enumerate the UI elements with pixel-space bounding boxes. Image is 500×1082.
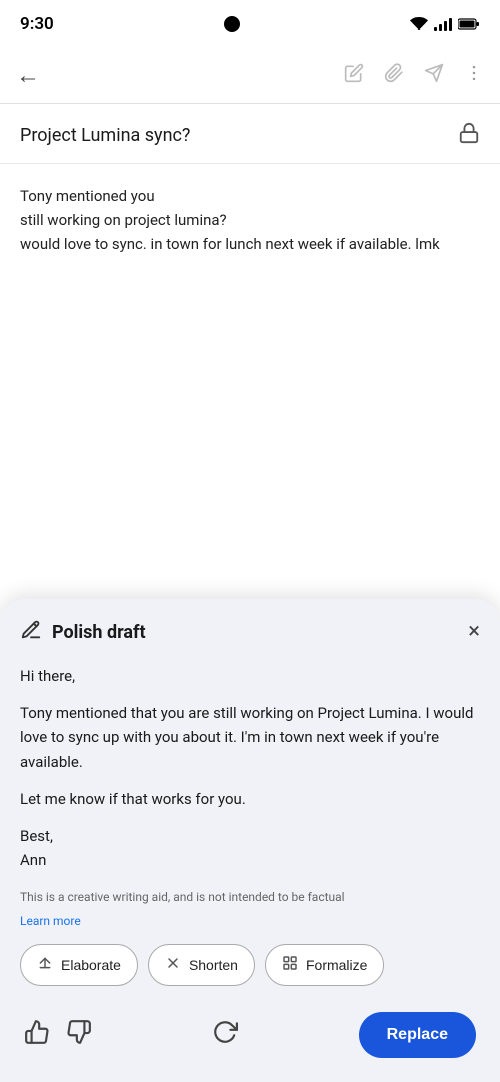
email-subject-text: Project Lumina sync? bbox=[20, 125, 190, 146]
elaborate-icon bbox=[37, 955, 53, 975]
more-icon[interactable] bbox=[464, 63, 484, 88]
formalize-button[interactable]: Formalize bbox=[265, 944, 384, 986]
camera-dot bbox=[224, 16, 240, 32]
refresh-button[interactable] bbox=[212, 1019, 238, 1051]
signal-icon bbox=[434, 17, 452, 31]
elaborate-button[interactable]: Elaborate bbox=[20, 944, 138, 986]
email-body: Tony mentioned youstill working on proje… bbox=[0, 164, 500, 256]
disclaimer-text: This is a creative writing aid, and is n… bbox=[20, 889, 480, 906]
back-button[interactable]: ← bbox=[16, 61, 40, 90]
status-time: 9:30 bbox=[20, 14, 54, 34]
email-body-text: Tony mentioned youstill working on proje… bbox=[20, 184, 480, 256]
panel-header: Polish draft × bbox=[20, 619, 480, 646]
toolbar: ← bbox=[0, 48, 500, 104]
thumbs-up-button[interactable] bbox=[24, 1019, 50, 1051]
paragraph1: Tony mentioned that you are still workin… bbox=[20, 701, 480, 775]
paragraph2: Let me know if that works for you. bbox=[20, 787, 480, 812]
toolbar-actions bbox=[344, 63, 484, 88]
panel-title-text: Polish draft bbox=[52, 622, 146, 643]
feedback-icons bbox=[24, 1019, 92, 1051]
attach-icon[interactable] bbox=[384, 63, 404, 88]
battery-icon bbox=[458, 18, 480, 30]
send-icon[interactable] bbox=[424, 63, 444, 88]
thumbs-down-button[interactable] bbox=[66, 1019, 92, 1051]
lock-icon bbox=[458, 122, 480, 149]
bottom-row: Replace bbox=[20, 1004, 480, 1082]
panel-draft-content: Hi there, Tony mentioned that you are st… bbox=[20, 664, 480, 873]
edit-icon[interactable] bbox=[344, 63, 364, 88]
greeting: Hi there, bbox=[20, 664, 480, 689]
email-subject-row: Project Lumina sync? bbox=[0, 104, 500, 164]
polish-icon bbox=[20, 619, 42, 646]
elaborate-label: Elaborate bbox=[61, 957, 121, 973]
panel-title-group: Polish draft bbox=[20, 619, 146, 646]
formalize-label: Formalize bbox=[306, 957, 367, 973]
shorten-icon bbox=[165, 955, 181, 975]
wifi-icon bbox=[410, 17, 428, 31]
close-button[interactable]: × bbox=[468, 621, 480, 643]
formalize-icon bbox=[282, 955, 298, 975]
learn-more-link[interactable]: Learn more bbox=[20, 914, 81, 928]
status-icons bbox=[410, 17, 480, 31]
closing: Best, Ann bbox=[20, 824, 480, 874]
action-buttons: Elaborate Shorten Formalize bbox=[20, 944, 480, 986]
polish-draft-panel: Polish draft × Hi there, Tony mentioned … bbox=[0, 599, 500, 1082]
shorten-label: Shorten bbox=[189, 957, 238, 973]
replace-button[interactable]: Replace bbox=[359, 1012, 476, 1058]
shorten-button[interactable]: Shorten bbox=[148, 944, 255, 986]
status-bar: 9:30 bbox=[0, 0, 500, 48]
